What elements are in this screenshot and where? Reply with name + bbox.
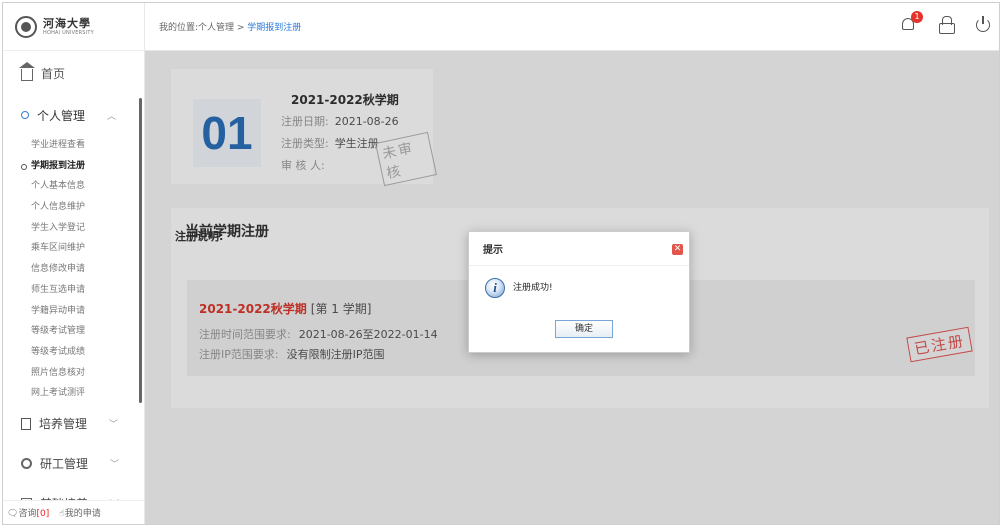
sidebar-subitem[interactable]: 师生互选申请 [31,280,144,301]
sidebar-subitem[interactable]: 乘车区间维护 [31,238,144,259]
info-icon: i [485,278,505,298]
sidebar-footer: 🗨咨询[0] ☝我的申请 [3,500,144,524]
sidebar-subitem[interactable]: 网上考试测评 [31,383,144,404]
sidebar-item-label: 研工管理 [40,457,89,472]
sidebar-subitem[interactable]: 等级考试成绩 [31,342,144,363]
dialog-message: 注册成功! [513,283,553,293]
chevron-down-icon: ﹀ [110,460,120,471]
notification-badge: 1 [911,11,923,23]
notification-button[interactable]: 1 [901,11,923,33]
sidebar-group-personal: 个人管理 ︿ 学业进程查看 学期报到注册 个人基本信息 个人信息维护 学生入学登… [3,95,144,404]
header-actions: 1 [901,11,991,34]
chevron-down-icon: ﹀ [109,420,119,431]
sidebar-subitem[interactable]: 学生入学登记 [31,218,144,239]
app-frame: 河海大學 HOHAI UNIVERSITY 首页 个人管理 ︿ 学业进程查看 学… [2,2,1000,525]
dialog-title: 提示 [469,232,689,266]
personal-submenu: 学业进程查看 学期报到注册 个人基本信息 个人信息维护 学生入学登记 乘车区间维… [3,135,144,404]
my-apply-link[interactable]: ☝我的申请 [59,506,101,519]
sidebar-subitem-active[interactable]: 学期报到注册 [21,156,144,177]
consult-link[interactable]: 🗨咨询[0] [7,506,49,519]
sidebar-subitem[interactable]: 学籍异动申请 [31,301,144,322]
breadcrumb-prefix: 我的位置:个人管理 > [159,23,248,33]
sidebar: 河海大學 HOHAI UNIVERSITY 首页 个人管理 ︿ 学业进程查看 学… [3,3,145,524]
university-seal-icon [15,15,37,38]
sidebar-item-home[interactable]: 首页 [3,51,144,95]
breadcrumb-current[interactable]: 学期报到注册 [247,23,301,33]
sidebar-item-personal[interactable]: 个人管理 ︿ [3,95,144,135]
top-header: 我的位置:个人管理 > 学期报到注册 1 [145,3,999,51]
sidebar-item-training[interactable]: 培养管理 ﹀ [3,404,144,444]
logo-subtitle: HOHAI UNIVERSITY [43,29,94,36]
sidebar-item-label: 培养管理 [39,417,88,432]
alert-dialog: 提示 ✕ i 注册成功! 确定 [468,231,690,353]
sidebar-item-label: 个人管理 [37,108,86,123]
lock-icon[interactable] [939,16,955,34]
home-icon [19,62,35,81]
sidebar-item-research[interactable]: 研工管理 ﹀ [3,444,144,484]
sidebar-subitem[interactable]: 照片信息核对 [31,363,144,384]
university-logo[interactable]: 河海大學 HOHAI UNIVERSITY [3,3,144,51]
ok-button[interactable]: 确定 [555,320,613,338]
breadcrumb: 我的位置:个人管理 > 学期报到注册 [159,20,301,33]
sidebar-subitem[interactable]: 个人基本信息 [31,176,144,197]
consult-count: [0] [36,509,50,519]
sidebar-subitem[interactable]: 等级考试管理 [31,321,144,342]
research-icon [21,458,32,470]
chevron-up-icon: ︿ [107,111,117,122]
sidebar-subitem[interactable]: 个人信息维护 [31,197,144,218]
sidebar-item-label: 首页 [41,66,66,81]
sidebar-subitem[interactable]: 学业进程查看 [31,135,144,156]
sidebar-scrollbar[interactable] [139,98,142,403]
close-icon[interactable]: ✕ [672,244,683,255]
chat-icon: 🗨 [7,509,19,519]
power-icon[interactable] [975,16,991,32]
person-icon [21,111,29,119]
logo-name: 河海大學 [43,16,91,30]
sidebar-subitem[interactable]: 信息修改申请 [31,259,144,280]
document-icon [21,417,31,430]
